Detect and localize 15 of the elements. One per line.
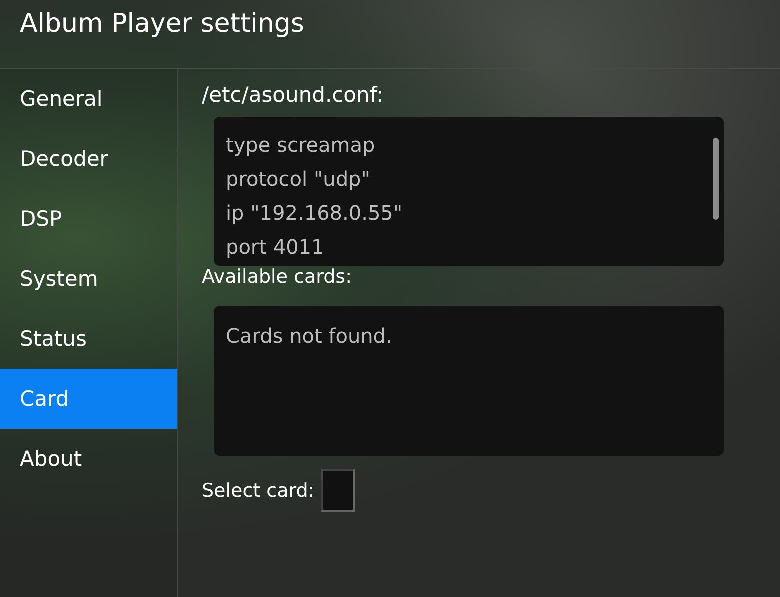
sidebar-item[interactable]: DSP bbox=[0, 189, 177, 249]
card-dropdown[interactable] bbox=[320, 469, 355, 512]
config-label: /etc/asound.conf: bbox=[202, 83, 384, 107]
sidebar-item[interactable]: Decoder bbox=[0, 129, 177, 189]
scrollbar[interactable] bbox=[713, 138, 719, 220]
select-card-label: Select card: bbox=[202, 480, 315, 502]
cards-label: Available cards: bbox=[202, 266, 352, 288]
sidebar-item[interactable]: System bbox=[0, 249, 177, 309]
sidebar-item[interactable]: About bbox=[0, 429, 177, 489]
cards-list[interactable]: Cards not found. bbox=[214, 306, 724, 456]
window-title: Album Player settings bbox=[20, 9, 304, 39]
sidebar-item[interactable]: Card bbox=[0, 369, 177, 429]
config-editor[interactable]: type screamap protocol "udp" ip "192.168.0.55" port 4011 bbox=[214, 117, 724, 266]
sidebar-item[interactable]: General bbox=[0, 69, 177, 129]
sidebar-item[interactable]: Status bbox=[0, 309, 177, 369]
